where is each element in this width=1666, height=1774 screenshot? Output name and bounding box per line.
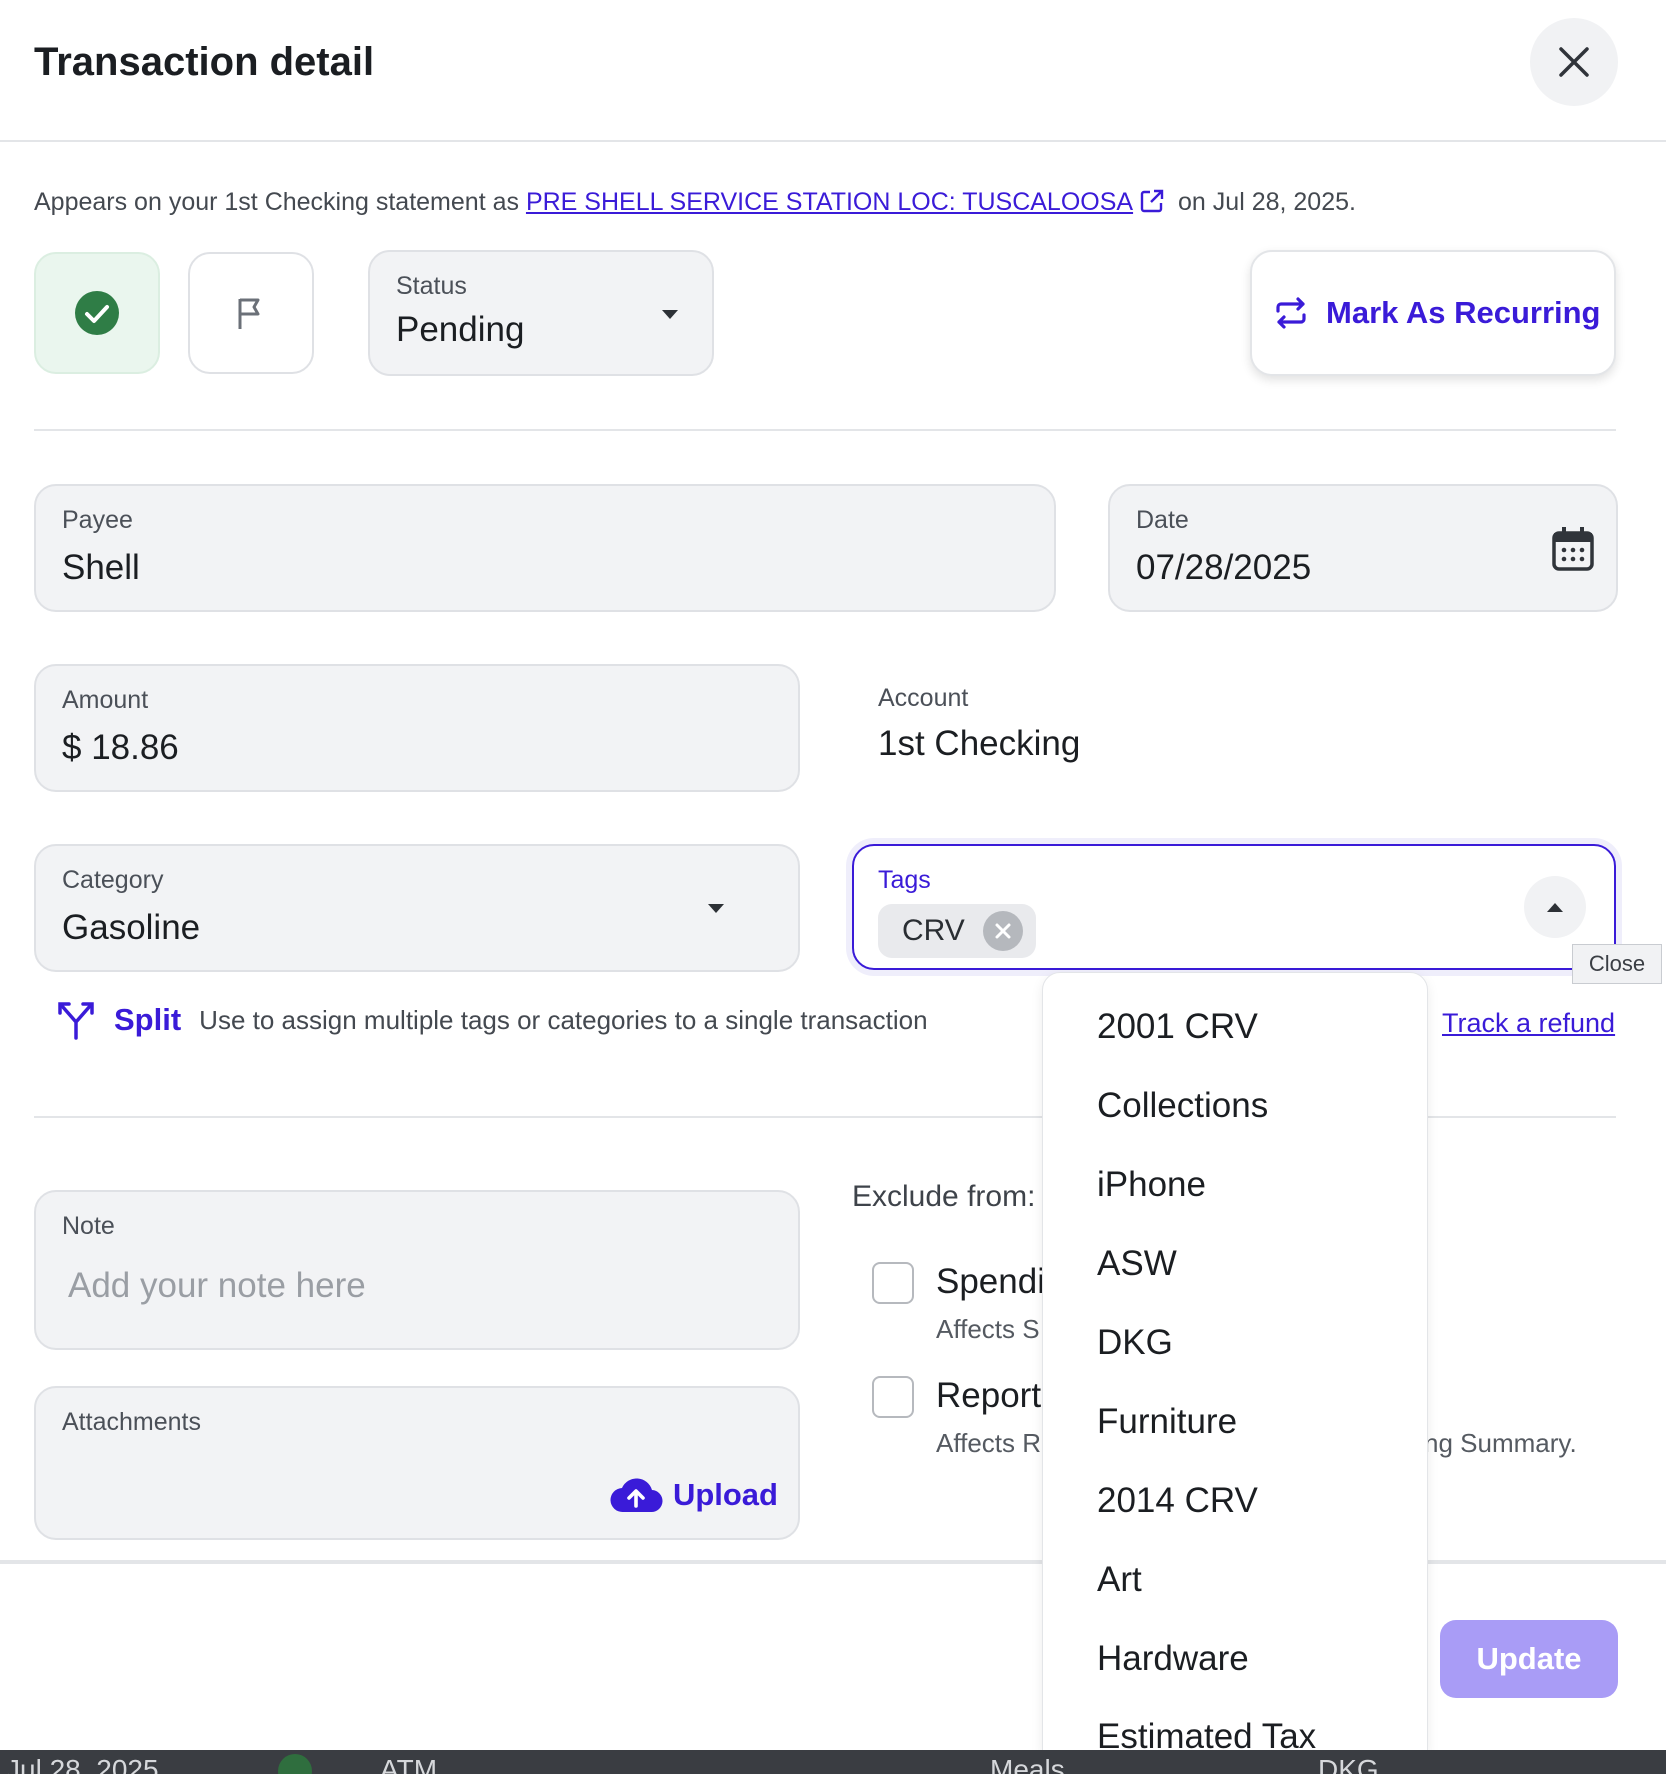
statement-description: Appears on your 1st Checking statement a… [34, 188, 1356, 217]
bg-row-status-icon [278, 1754, 312, 1774]
tag-option[interactable]: ASW [1097, 1244, 1177, 1284]
bg-row-date: Jul 28, 2025 [6, 1754, 159, 1774]
calendar-icon[interactable] [1552, 526, 1594, 572]
amount-label: Amount [62, 686, 149, 714]
category-label: Category [62, 866, 164, 894]
chevron-down-icon [708, 904, 724, 913]
update-button[interactable]: Update [1440, 1620, 1618, 1698]
note-field[interactable]: Note Add your note here [34, 1190, 800, 1350]
date-value: 07/28/2025 [1136, 548, 1312, 587]
payee-field[interactable]: Payee Shell [34, 484, 1056, 612]
status-value: Pending [396, 310, 525, 349]
upload-label: Upload [672, 1477, 778, 1512]
account-value: 1st Checking [878, 724, 1081, 763]
merchant-link[interactable]: PRE SHELL SERVICE STATION LOC: TUSCALOOS… [526, 188, 1133, 216]
upload-button[interactable]: Upload [609, 1476, 778, 1514]
bg-row-tag: DKG [1318, 1754, 1379, 1774]
tag-option[interactable]: Furniture [1097, 1402, 1237, 1442]
status-select[interactable]: Status Pending [368, 250, 714, 376]
check-circle-icon [75, 291, 119, 335]
dialog-header: Transaction detail [0, 0, 1666, 142]
tag-option[interactable]: 2001 CRV [1097, 1007, 1258, 1047]
chevron-up-icon [1547, 902, 1563, 912]
mark-as-recurring-label: Mark As Recurring [1326, 295, 1601, 330]
background-transaction-row: Jul 28, 2025 ATM Meals DKG [0, 1750, 1666, 1774]
exclude-reports-subtitle-tail: ng Summary. [1424, 1428, 1577, 1458]
close-tooltip: Close [1572, 944, 1662, 984]
track-refund-link[interactable]: Track a refund [1442, 1008, 1615, 1039]
exclude-spending-subtitle: Affects S [936, 1314, 1040, 1344]
attachments-label: Attachments [62, 1408, 201, 1436]
tags-dropdown-menu: 2001 CRV Collections iPhone ASW DKG Furn… [1042, 972, 1428, 1750]
status-label: Status [396, 272, 467, 300]
payee-label: Payee [62, 506, 133, 534]
exclude-reports-checkbox[interactable] [872, 1376, 914, 1418]
close-icon [1559, 47, 1589, 77]
flag-icon [238, 298, 260, 329]
external-link-icon[interactable] [1139, 188, 1165, 214]
tag-option[interactable]: Estimated Tax [1097, 1717, 1316, 1750]
split-icon[interactable] [56, 1000, 96, 1040]
tag-option[interactable]: DKG [1097, 1323, 1173, 1363]
exclude-reports-subtitle: Affects R [936, 1428, 1042, 1458]
remove-tag-icon[interactable] [982, 911, 1023, 951]
mark-as-recurring-button[interactable]: Mark As Recurring [1250, 250, 1616, 376]
section-divider [34, 429, 1616, 431]
chevron-down-icon [662, 310, 678, 319]
statement-suffix: on Jul 28, 2025. [1178, 188, 1356, 216]
date-field[interactable]: Date 07/28/2025 [1108, 484, 1618, 612]
tag-chip: CRV [878, 904, 1036, 958]
split-button[interactable]: Split [114, 1002, 181, 1038]
amount-field[interactable]: Amount $ 18.86 [34, 664, 800, 792]
category-select[interactable]: Category Gasoline [34, 844, 800, 972]
exclude-reports-title: Report [936, 1376, 1042, 1415]
note-placeholder: Add your note here [68, 1266, 366, 1305]
exclude-spending-title: Spendi [936, 1262, 1045, 1301]
tag-chip-label: CRV [902, 914, 965, 947]
note-label: Note [62, 1212, 115, 1240]
tag-option[interactable]: iPhone [1097, 1165, 1206, 1205]
tag-option[interactable]: 2014 CRV [1097, 1481, 1258, 1521]
bg-row-category: Meals [990, 1754, 1065, 1774]
statement-prefix: Appears on your 1st Checking statement a… [34, 188, 519, 216]
tags-close-toggle[interactable] [1524, 876, 1586, 938]
transaction-detail-dialog: Transaction detail Appears on your 1st C… [0, 0, 1666, 1750]
tag-option[interactable]: Hardware [1097, 1639, 1249, 1679]
repeat-icon [1276, 297, 1306, 329]
close-button[interactable] [1530, 18, 1618, 106]
exclude-from-label: Exclude from: [852, 1180, 1036, 1213]
tags-label: Tags [878, 866, 931, 894]
tag-option[interactable]: Art [1097, 1560, 1142, 1600]
attachments-field: Attachments Upload [34, 1386, 800, 1540]
tags-select[interactable]: Tags CRV [852, 844, 1616, 970]
amount-value: $ 18.86 [62, 728, 179, 767]
flag-button[interactable] [188, 252, 314, 374]
split-description: Use to assign multiple tags or categorie… [199, 1004, 928, 1035]
tag-option[interactable]: Collections [1097, 1086, 1268, 1126]
bg-row-payee: ATM [380, 1754, 438, 1774]
date-label: Date [1136, 506, 1189, 534]
account-label: Account [878, 684, 969, 712]
exclude-spending-checkbox[interactable] [872, 1262, 914, 1304]
category-value: Gasoline [62, 908, 201, 947]
reviewed-toggle-button[interactable] [34, 252, 160, 374]
dialog-title: Transaction detail [34, 40, 375, 84]
split-row: Split Use to assign multiple tags or cat… [56, 1000, 928, 1040]
payee-value: Shell [62, 548, 140, 587]
cloud-upload-icon [610, 1478, 663, 1513]
